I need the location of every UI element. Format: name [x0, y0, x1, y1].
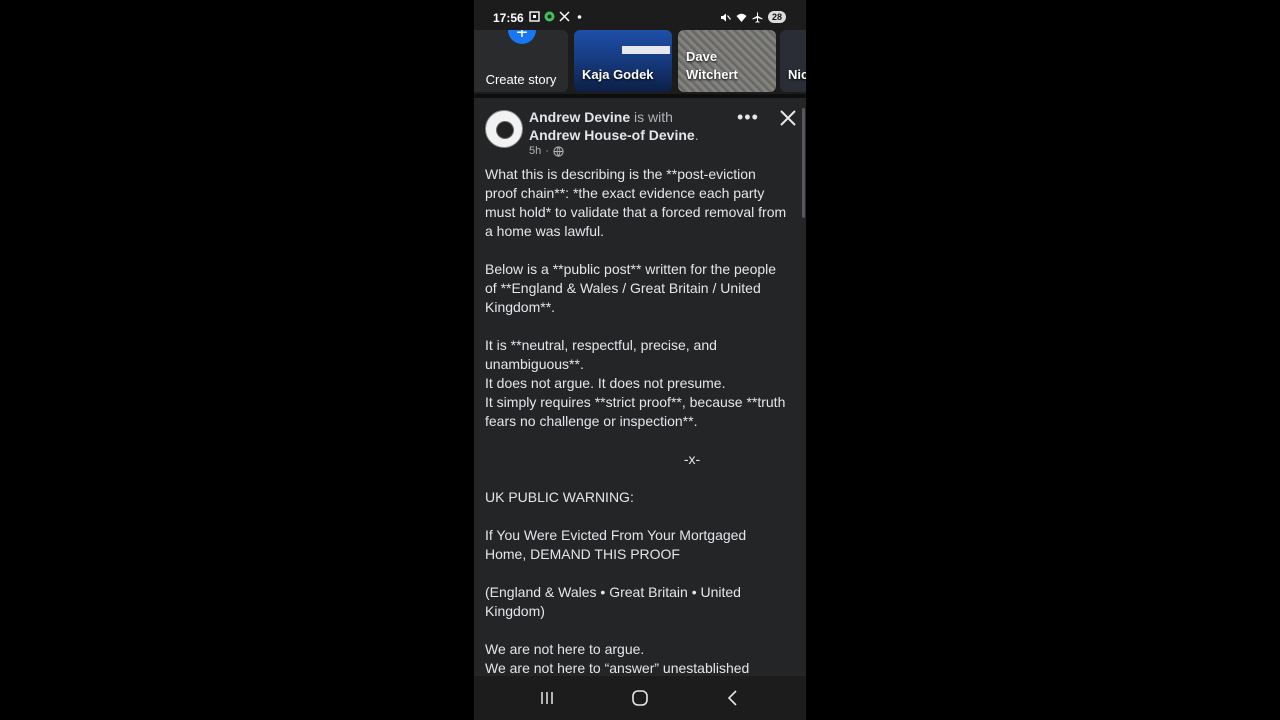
create-story-label: Create story [485, 72, 557, 87]
plus-icon: + [508, 30, 536, 44]
stories-tray: + Create story Kaja Godek Dave Witchert … [474, 30, 806, 94]
app-icon [544, 11, 555, 22]
dot-icon [577, 15, 582, 19]
story-thumbnail [622, 46, 670, 54]
home-icon[interactable] [630, 688, 650, 708]
system-icons: 28 [720, 11, 786, 23]
phone-screen: 17:56 28 + Create story Kaja Godek Dave … [474, 0, 806, 720]
notification-icons [529, 11, 585, 22]
tagged-suffix: . [694, 127, 699, 143]
post-separator-mark: -x- [683, 451, 701, 467]
create-story-card[interactable]: + Create story [474, 30, 568, 92]
post-header: Andrew Devine is with Andrew House-of De… [529, 108, 759, 144]
recent-apps-icon[interactable] [537, 688, 557, 708]
battery-icon: 28 [767, 11, 786, 23]
close-icon[interactable] [778, 108, 798, 128]
airplane-icon [752, 12, 763, 23]
post-paragraph: What this is describing is the **post-ev… [485, 166, 787, 239]
story-card[interactable]: Dave Witchert [678, 30, 776, 92]
back-icon[interactable] [723, 688, 743, 708]
story-author-name: Dave Witchert [686, 49, 738, 82]
story-author-name: Kaja Godek [582, 67, 654, 82]
screenshot-icon [529, 11, 540, 22]
post-text: What this is describing is the **post-ev… [485, 165, 791, 697]
avatar-image [496, 121, 514, 139]
scrollbar[interactable] [802, 108, 805, 218]
post-paragraph: We are not here to argue. We are not her… [485, 641, 750, 676]
wifi-icon [736, 13, 747, 22]
post-paragraph: It is **neutral, respectful, precise, an… [485, 337, 786, 429]
post-age[interactable]: 5h [529, 145, 541, 157]
clock: 17:56 [493, 11, 524, 25]
post-paragraph: Below is a **public post** written for t… [485, 261, 777, 315]
post-card: Andrew Devine is with Andrew House-of De… [474, 98, 806, 676]
meta-separator: · [545, 145, 549, 157]
author-name[interactable]: Andrew Devine [529, 109, 630, 125]
story-card[interactable]: Kaja Godek [574, 30, 672, 92]
post-paragraph: If You Were Evicted From Your Mortgaged … [485, 527, 747, 562]
status-bar: 17:56 28 [474, 0, 806, 32]
story-card[interactable]: Nic [780, 30, 806, 92]
more-options-icon[interactable]: ••• [737, 108, 759, 126]
post-meta: 5h · [529, 145, 564, 157]
story-author-name: Nic [788, 67, 806, 82]
tagged-user-name[interactable]: Andrew House-of Devine [529, 127, 695, 143]
post-paragraph: (England & Wales • Great Britain • Unite… [485, 584, 741, 619]
post-paragraph: UK PUBLIC WARNING: [485, 489, 634, 505]
author-avatar[interactable] [485, 110, 523, 148]
is-with-text: is with [634, 109, 673, 125]
system-nav-bar [474, 676, 806, 720]
mute-icon [720, 13, 731, 21]
x-logo-icon [559, 11, 570, 22]
globe-icon [553, 145, 564, 157]
